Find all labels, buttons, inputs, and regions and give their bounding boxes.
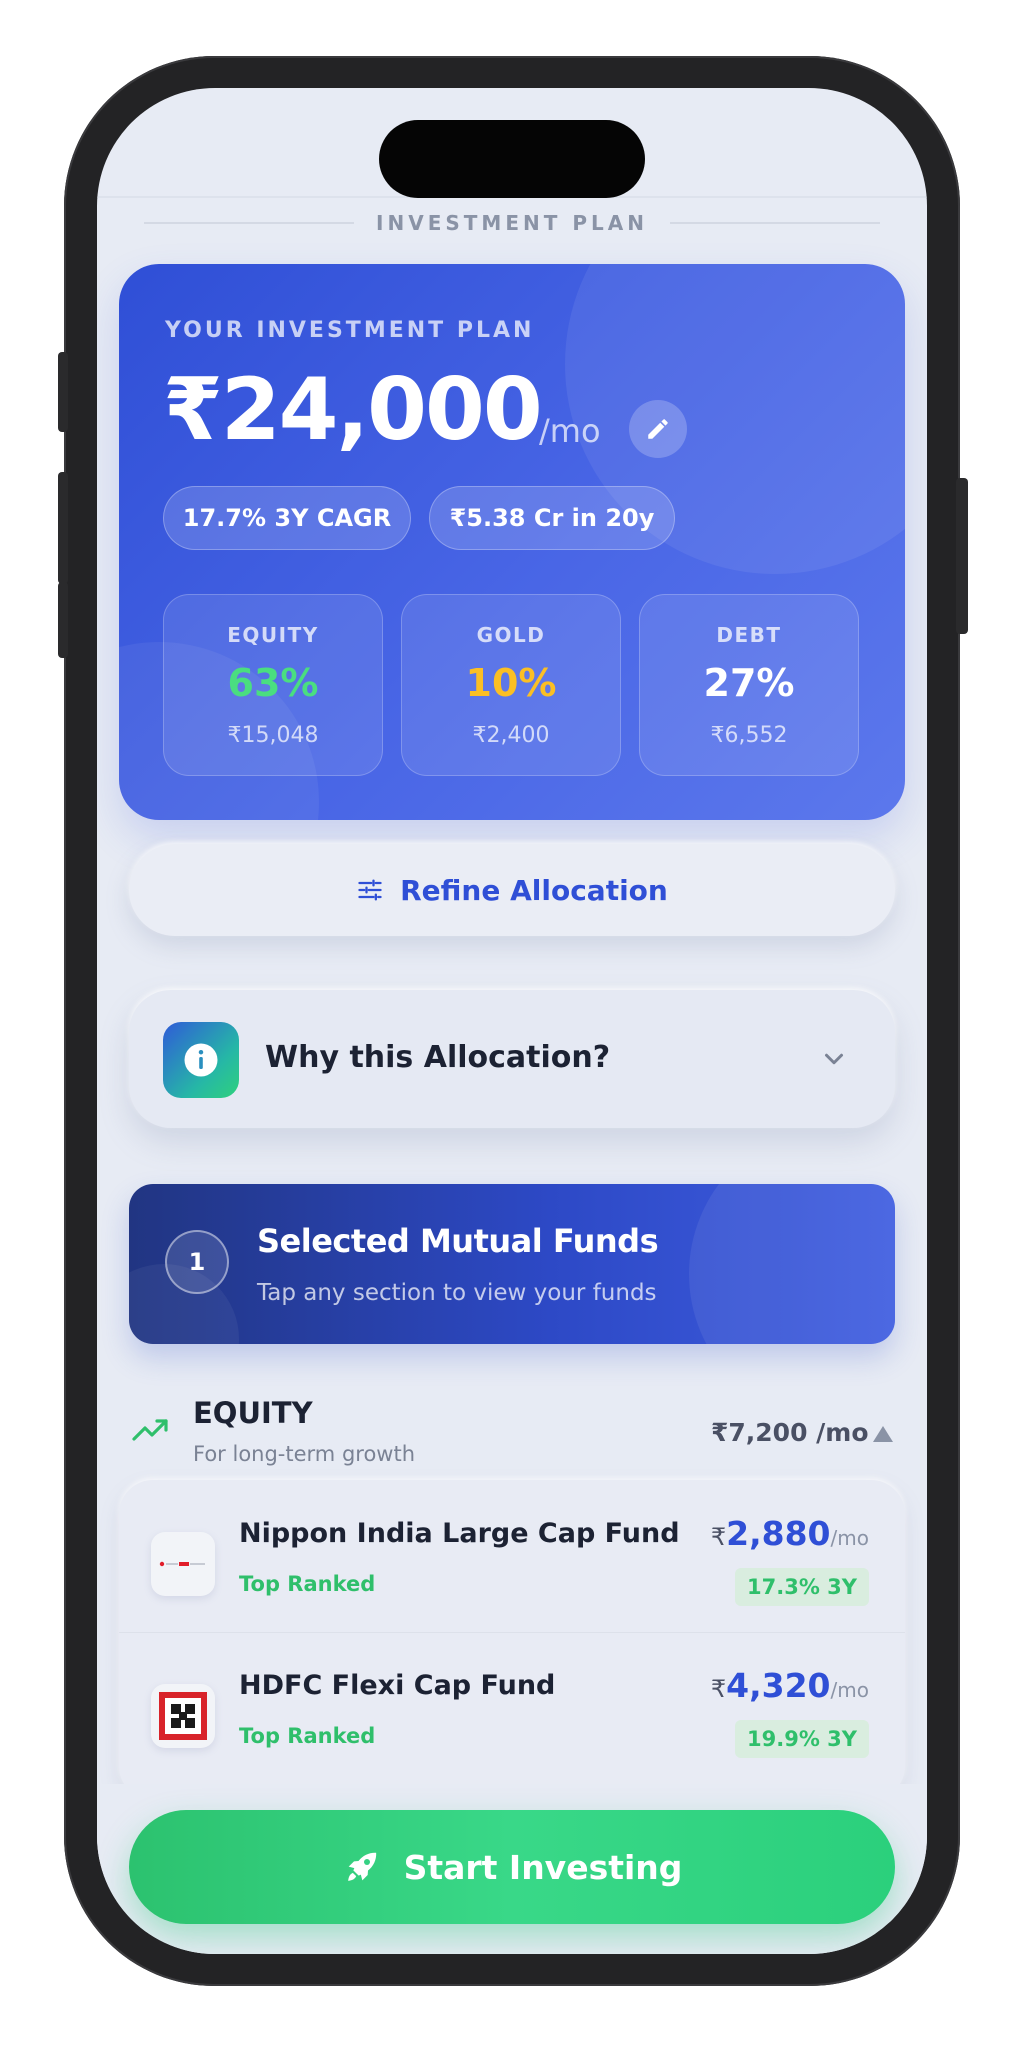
title-rule-left — [144, 222, 355, 224]
allocation-gold: GOLD 10% ₹2,400 — [401, 594, 621, 776]
title-rule-right — [669, 222, 880, 224]
start-investing-button[interactable]: Start Investing — [129, 1810, 895, 1924]
volume-down-button — [58, 582, 68, 658]
allocation-name: GOLD — [476, 623, 546, 647]
rocket-icon — [347, 1852, 376, 1881]
page-title: INVESTMENT PLAN — [376, 211, 648, 235]
fund-amount: ₹2,880/mo — [711, 1514, 869, 1553]
start-investing-label: Start Investing — [403, 1847, 683, 1887]
allocation-name: DEBT — [716, 623, 782, 647]
selected-funds-banner: 1 Selected Mutual Funds Tap any section … — [129, 1184, 895, 1344]
phone-screen: INVESTMENT PLAN YOUR INVESTMENT PLAN ₹24… — [97, 88, 927, 1954]
power-button — [956, 478, 968, 634]
pencil-icon — [648, 419, 668, 439]
fund-amount-value: 4,320 — [726, 1666, 831, 1705]
investment-plan-card: YOUR INVESTMENT PLAN ₹24,000 /mo 17.7% 3… — [119, 264, 905, 820]
refine-allocation-button[interactable]: Refine Allocation — [129, 844, 895, 936]
decorative-circle — [689, 1184, 895, 1344]
caret-up-icon — [873, 1426, 893, 1442]
allocation-equity: EQUITY 63% ₹15,048 — [163, 594, 383, 776]
allocation-name: EQUITY — [227, 623, 319, 647]
fund-row[interactable]: HDFC Flexi Cap Fund Top Ranked ₹4,320/mo… — [119, 1632, 905, 1784]
chevron-down-icon — [825, 1053, 843, 1065]
why-allocation-accordion[interactable]: Why this Allocation? — [129, 990, 895, 1128]
refine-allocation-label: Refine Allocation — [400, 873, 668, 907]
fund-tag: Top Ranked — [239, 1572, 376, 1596]
volume-up-button — [58, 472, 68, 584]
equity-section-title: EQUITY — [193, 1396, 313, 1430]
equity-section-subtitle: For long-term growth — [193, 1442, 416, 1466]
silent-switch — [58, 352, 68, 432]
fund-amount-unit: /mo — [830, 1678, 869, 1702]
page-header: INVESTMENT PLAN — [97, 208, 927, 238]
plan-amount: ₹24,000 — [163, 360, 543, 460]
selected-funds-title: Selected Mutual Funds — [257, 1222, 659, 1260]
nippon-logo-icon — [151, 1532, 215, 1596]
fund-amount-unit: /mo — [830, 1526, 869, 1550]
trending-up-icon — [132, 1419, 168, 1441]
allocation-debt: DEBT 27% ₹6,552 — [639, 594, 859, 776]
equity-fund-list: Nippon India Large Cap Fund Top Ranked ₹… — [119, 1480, 905, 1800]
cagr-pill: 17.7% 3Y CAGR — [163, 486, 411, 550]
currency-symbol: ₹ — [710, 1675, 727, 1703]
allocation-percent: 27% — [703, 661, 795, 705]
projection-pill: ₹5.38 Cr in 20y — [429, 486, 675, 550]
hdfc-logo-icon — [151, 1684, 215, 1748]
fund-return-badge: 17.3% 3Y — [735, 1568, 869, 1606]
fund-amount: ₹4,320/mo — [711, 1666, 869, 1705]
allocation-amount: ₹6,552 — [710, 723, 788, 748]
selected-funds-subtitle: Tap any section to view your funds — [257, 1280, 657, 1306]
fund-row[interactable]: Nippon India Large Cap Fund Top Ranked ₹… — [119, 1480, 905, 1633]
currency-symbol: ₹ — [710, 1523, 727, 1551]
dynamic-island — [379, 120, 645, 198]
plan-label: YOUR INVESTMENT PLAN — [165, 318, 535, 343]
plan-unit: /mo — [539, 412, 601, 450]
fund-return-badge: 19.9% 3Y — [735, 1720, 869, 1758]
sliders-icon — [358, 879, 382, 901]
edit-amount-button[interactable] — [629, 400, 687, 458]
allocation-amount: ₹15,048 — [227, 723, 319, 748]
equity-section-amount: ₹7,200 /mo — [711, 1418, 869, 1447]
fund-name: HDFC Flexi Cap Fund — [239, 1670, 556, 1701]
equity-section-header[interactable]: EQUITY For long-term growth ₹7,200 /mo — [97, 1378, 927, 1468]
allocation-percent: 10% — [465, 661, 557, 705]
allocation-percent: 63% — [227, 661, 319, 705]
allocation-amount: ₹2,400 — [472, 723, 550, 748]
fund-tag: Top Ranked — [239, 1724, 376, 1748]
step-number-badge: 1 — [165, 1230, 229, 1294]
fund-amount-value: 2,880 — [726, 1514, 831, 1553]
fund-name: Nippon India Large Cap Fund — [239, 1518, 680, 1549]
why-allocation-label: Why this Allocation? — [265, 1040, 611, 1075]
info-icon — [163, 1022, 239, 1098]
